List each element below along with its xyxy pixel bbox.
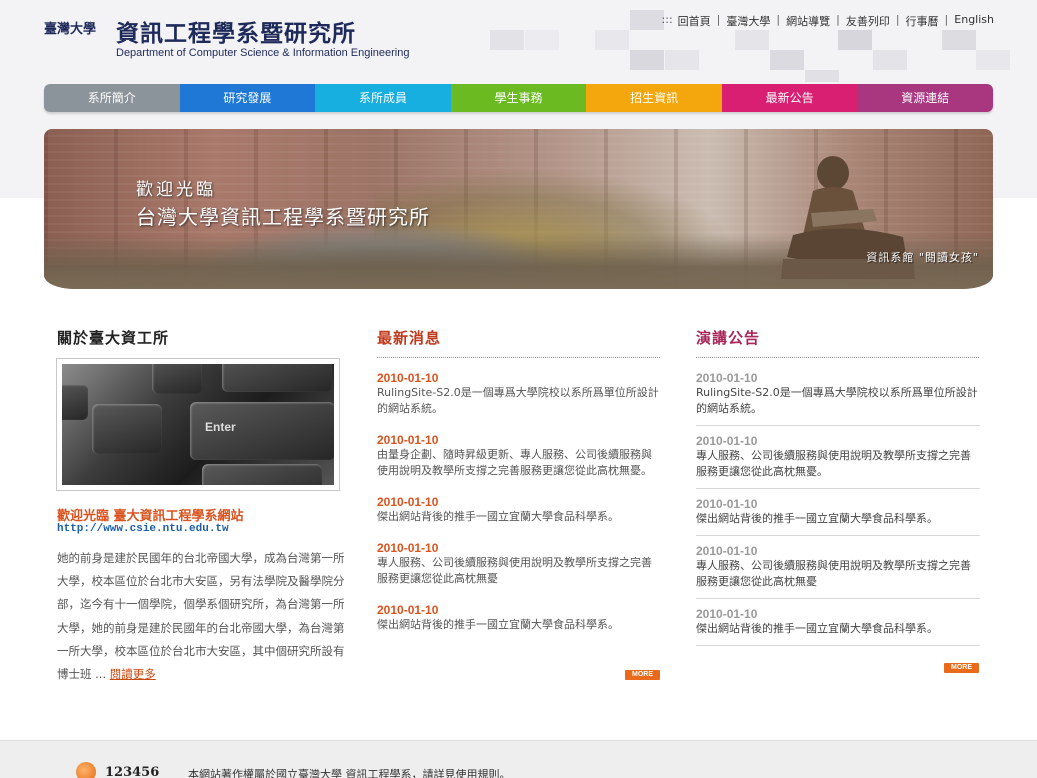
talk-text[interactable]: 專人服務、公司後續服務與使用說明及教學所支撐之完善服務更讓您從此高枕無憂。: [696, 448, 980, 480]
news-item[interactable]: 2010-01-10 RulingSite-S2.0是一個專爲大學院校以系所爲單…: [377, 371, 661, 417]
news-text[interactable]: 由量身企劃、隨時昇級更新、專人服務、公司後續服務與使用說明及教學所支撐之完善服務…: [377, 447, 661, 479]
news-text[interactable]: 專人服務、公司後續服務與使用說明及教學所支撐之完善服務更讓您從此高枕無憂: [377, 555, 661, 587]
nav-item-research[interactable]: 研究發展: [179, 84, 316, 112]
news-date: 2010-01-10: [377, 541, 439, 555]
talks-list: 2010-01-10 RulingSite-S2.0是一個專爲大學院校以系所爲單…: [696, 371, 980, 646]
news-more-button[interactable]: MORE: [625, 670, 660, 680]
news-item[interactable]: 2010-01-10 專人服務、公司後續服務與使用說明及教學所支撐之完善服務更讓…: [377, 541, 661, 587]
banner-caption: 資訊系館 "閱讀女孩": [866, 251, 979, 264]
photo-key: [222, 364, 332, 392]
news-item[interactable]: 2010-01-10 由量身企劃、隨時昇級更新、專人服務、公司後續服務與使用說明…: [377, 433, 661, 479]
nav-item-resources[interactable]: 資源連結: [857, 84, 993, 112]
banner-welcome-line1: 歡迎光臨: [136, 180, 216, 200]
about-read-more-link[interactable]: 閱讀更多: [110, 667, 156, 681]
main-nav: 系所簡介 研究發展 系所成員 學生事務 招生資訊 最新公告 資源連結: [44, 84, 993, 112]
talk-item[interactable]: 2010-01-10 專人服務、公司後續服務與使用說明及教學所支撐之完善服務更讓…: [696, 544, 980, 599]
talk-item[interactable]: 2010-01-10 專人服務、公司後續服務與使用說明及教學所支撐之完善服務更讓…: [696, 434, 980, 489]
logo-department-title[interactable]: 資訊工程學系暨研究所: [116, 14, 356, 48]
nav-item-members[interactable]: 系所成員: [315, 84, 451, 112]
divider: |: [716, 13, 721, 26]
about-body-text: 她的前身是建於民國年的台北帝國大學，成為台灣第一所大學，校本區位於台北市大安區，…: [57, 551, 345, 682]
talk-item[interactable]: 2010-01-10 傑出網站背後的推手一國立宜蘭大學食品科學系。: [696, 497, 980, 536]
news-item[interactable]: 2010-01-10 傑出網站背後的推手一國立宜蘭大學食品科學系。: [377, 603, 661, 633]
nav-item-announcements[interactable]: 最新公告: [721, 84, 858, 112]
news-date: 2010-01-10: [377, 371, 439, 385]
talk-date: 2010-01-10: [696, 497, 758, 511]
news-title-divider: [377, 357, 660, 358]
keyboard-photo: Enter: [62, 364, 334, 485]
nav-item-student-affairs[interactable]: 學生事務: [450, 84, 587, 112]
news-date: 2010-01-10: [377, 603, 439, 617]
divider: |: [836, 13, 840, 26]
about-headline: 歡迎光臨 臺大資訊工程學系網站: [57, 509, 244, 524]
logo-university-name[interactable]: 臺灣大學: [44, 18, 96, 37]
talk-item[interactable]: 2010-01-10 傑出網站背後的推手一國立宜蘭大學食品科學系。: [696, 607, 980, 646]
news-text[interactable]: 傑出網站背後的推手一國立宜蘭大學食品科學系。: [377, 617, 661, 633]
divider: |: [895, 13, 900, 26]
top-link-sitemap[interactable]: 網站導覽: [786, 13, 830, 29]
photo-enter-key-label: Enter: [205, 420, 236, 434]
top-links: ::: 回首頁 | 臺灣大學 | 網站導覽 | 友善列印 | 行事曆 | Eng…: [662, 13, 994, 29]
about-body: 她的前身是建於民國年的台北帝國大學，成為台灣第一所大學，校本區位於台北市大安區，…: [57, 547, 345, 686]
talk-date: 2010-01-10: [696, 607, 758, 621]
news-section-title: 最新消息: [377, 329, 442, 347]
footer-copyright: 本網站著作權屬於國立臺灣大學 資訊工程學系，請詳見使用規則。: [188, 768, 511, 778]
top-link-ntu[interactable]: 臺灣大學: [726, 13, 770, 29]
talk-text[interactable]: 傑出網站背後的推手一國立宜蘭大學食品科學系。: [696, 511, 980, 527]
divider: |: [944, 13, 949, 26]
divider: |: [776, 13, 781, 26]
talks-more-button[interactable]: MORE: [944, 663, 979, 673]
top-link-print[interactable]: 友善列印: [846, 13, 890, 29]
about-photo: Enter: [56, 358, 340, 491]
top-link-home[interactable]: 回首頁: [678, 13, 711, 29]
visitor-counter-icon: [76, 762, 96, 778]
about-url-link[interactable]: http://www.csie.ntu.edu.tw: [57, 523, 229, 535]
photo-key: [92, 404, 162, 454]
about-section-title: 關於臺大資工所: [57, 329, 170, 347]
news-date: 2010-01-10: [377, 495, 439, 509]
talk-text[interactable]: 傑出網站背後的推手一國立宜蘭大學食品科學系。: [696, 621, 980, 637]
top-link-english[interactable]: English: [954, 13, 994, 29]
footer: 123456 本網站著作權屬於國立臺灣大學 資訊工程學系，請詳見使用規則。: [0, 740, 1037, 778]
talk-date: 2010-01-10: [696, 371, 758, 385]
top-link-calendar[interactable]: 行事曆: [906, 13, 939, 29]
nav-item-admissions[interactable]: 招生資訊: [586, 84, 722, 112]
news-item[interactable]: 2010-01-10 傑出網站背後的推手一國立宜蘭大學食品科學系。: [377, 495, 661, 525]
news-text[interactable]: RulingSite-S2.0是一個專爲大學院校以系所爲單位所設計的網站系統。: [377, 385, 661, 417]
photo-key: [152, 364, 202, 394]
banner-welcome-line2: 台灣大學資訊工程學系暨研究所: [136, 205, 430, 229]
nav-item-about[interactable]: 系所簡介: [44, 84, 180, 112]
news-text[interactable]: 傑出網站背後的推手一國立宜蘭大學食品科學系。: [377, 509, 661, 525]
talks-section-title: 演講公告: [696, 329, 761, 347]
news-list: 2010-01-10 RulingSite-S2.0是一個專爲大學院校以系所爲單…: [377, 371, 661, 633]
logo-department-english: Department of Computer Science & Informa…: [116, 47, 410, 59]
photo-key: [202, 464, 322, 485]
talk-text[interactable]: RulingSite-S2.0是一個專爲大學院校以系所爲單位所設計的網站系統。: [696, 385, 980, 417]
talk-date: 2010-01-10: [696, 434, 758, 448]
photo-key: [62, 384, 88, 420]
top-links-prefix: :::: [661, 13, 673, 26]
talk-text[interactable]: 專人服務、公司後續服務與使用說明及教學所支撐之完善服務更讓您從此高枕無憂: [696, 558, 980, 590]
hero-banner: 歡迎光臨 台灣大學資訊工程學系暨研究所 資訊系館 "閱讀女孩": [44, 129, 993, 289]
news-date: 2010-01-10: [377, 433, 439, 447]
visitor-counter: 123456: [105, 765, 160, 778]
talk-date: 2010-01-10: [696, 544, 758, 558]
talk-item[interactable]: 2010-01-10 RulingSite-S2.0是一個專爲大學院校以系所爲單…: [696, 371, 980, 426]
talks-title-divider: [696, 357, 979, 358]
